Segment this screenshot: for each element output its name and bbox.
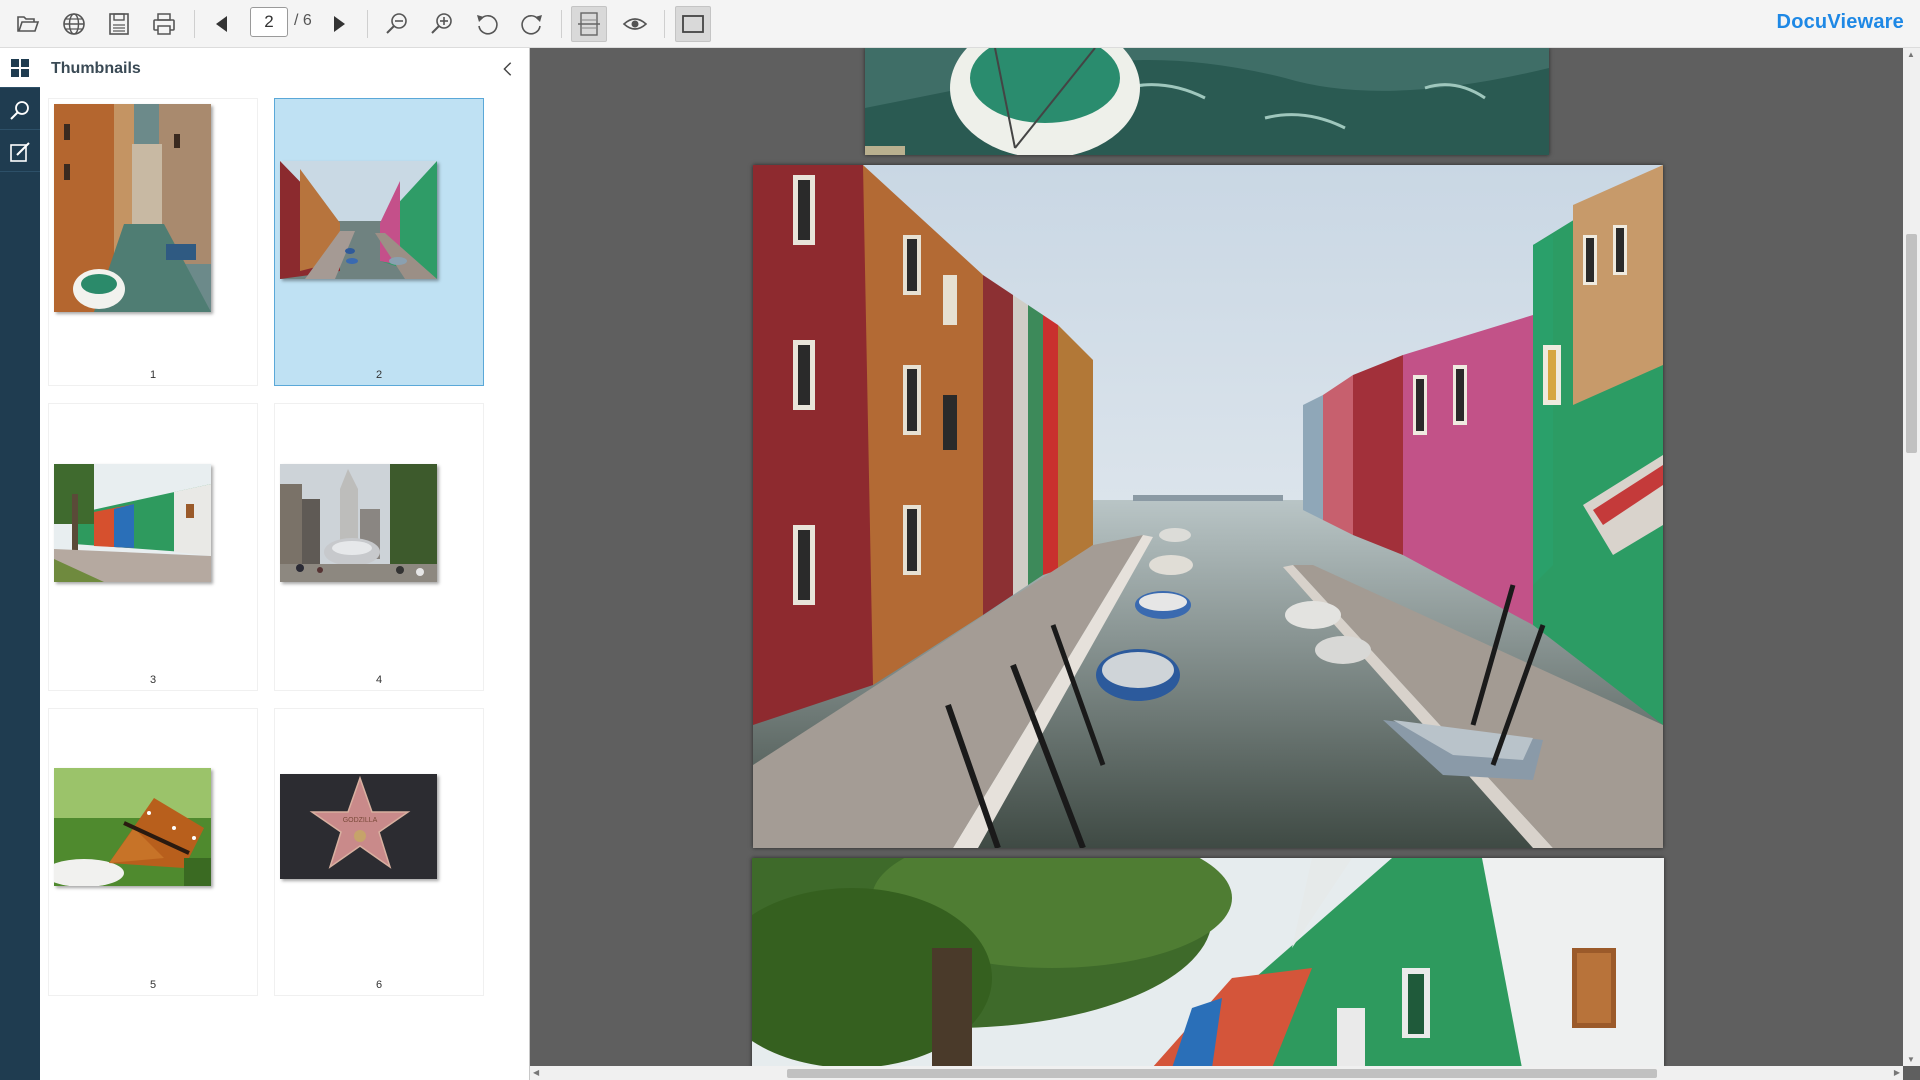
thumbnails-grid-icon — [11, 58, 29, 77]
toolbar-separator — [664, 10, 665, 38]
save-button[interactable] — [101, 6, 137, 42]
vertical-scroll-thumb[interactable] — [1906, 234, 1917, 453]
scroll-up-arrow[interactable]: ▲ — [1907, 50, 1915, 59]
previous-page-button[interactable] — [204, 6, 240, 42]
rotate-right-icon — [521, 14, 542, 35]
chevron-left-icon — [503, 62, 512, 76]
thumbnail-image-city-bean — [280, 464, 437, 582]
web-button[interactable] — [56, 6, 92, 42]
thumbnail-number: 4 — [375, 674, 383, 686]
toolbar-separator — [194, 10, 195, 38]
print-button[interactable] — [146, 6, 182, 42]
page-total-label: / 6 — [294, 12, 312, 29]
thumbnail-page-1[interactable]: 1 — [48, 98, 258, 386]
toolbar-separator — [561, 10, 562, 38]
thumbnail-page-3[interactable]: 3 — [48, 403, 258, 691]
thumbnails-panel-title: Thumbnails — [51, 60, 141, 77]
star-inscription: GODZILLA — [343, 817, 378, 824]
view-mode-button[interactable] — [617, 6, 653, 42]
collapse-panel-button[interactable] — [495, 56, 521, 82]
app-logo: DocuVieware — [1776, 11, 1904, 33]
thumbnail-number: 5 — [149, 979, 157, 991]
scroll-left-arrow[interactable]: ◀ — [533, 1068, 539, 1077]
side-rail — [0, 48, 40, 1080]
zoom-out-button[interactable] — [379, 6, 415, 42]
rotate-left-icon — [477, 14, 498, 35]
horizontal-scrollbar[interactable]: ◀ ▶ — [530, 1066, 1903, 1080]
print-icon — [153, 13, 175, 35]
thumbnail-image-colorful-houses — [54, 464, 211, 582]
folder-open-icon — [17, 16, 40, 32]
thumbnail-image-venice-canal — [54, 104, 211, 312]
thumbnail-page-2[interactable]: 2 — [274, 98, 484, 386]
thumbnail-number: 6 — [375, 979, 383, 991]
open-button[interactable] — [10, 6, 46, 42]
next-page-button[interactable] — [321, 6, 357, 42]
rotate-right-button[interactable] — [514, 6, 550, 42]
previous-page-icon — [216, 16, 227, 32]
globe-icon — [63, 13, 85, 35]
thumbnail-page-5[interactable]: 5 — [48, 708, 258, 996]
scroll-right-arrow[interactable]: ▶ — [1894, 1068, 1900, 1077]
annotate-icon — [10, 141, 30, 162]
fit-width-icon — [578, 12, 600, 36]
zoom-in-icon — [431, 13, 452, 34]
document-page-3 — [752, 858, 1664, 1068]
fit-width-button[interactable] — [571, 6, 607, 42]
thumbnail-image-butterfly — [54, 768, 211, 886]
document-viewer[interactable]: ▲ ▼ ◀ ▶ — [530, 48, 1920, 1080]
rail-thumbnails-button[interactable] — [0, 48, 40, 88]
thumbnail-number: 3 — [149, 674, 157, 686]
single-page-icon — [682, 15, 704, 33]
document-page-1 — [865, 48, 1549, 155]
toolbar: 2 / 6 DocuVieware — [0, 0, 1920, 48]
thumbnail-number: 2 — [375, 369, 383, 381]
thumbnail-page-6[interactable]: GODZILLA 6 — [274, 708, 484, 996]
zoom-in-button[interactable] — [424, 6, 460, 42]
thumbnail-image-walk-of-fame-star: GODZILLA — [280, 774, 437, 879]
thumbnail-number: 1 — [149, 369, 157, 381]
thumbnails-panel: Thumbnails 1 2 3 4 5 GODZILLA 6 — [40, 48, 530, 1080]
toolbar-separator — [367, 10, 368, 38]
page-number-input[interactable]: 2 — [250, 7, 288, 37]
rotate-left-button[interactable] — [469, 6, 505, 42]
single-page-button[interactable] — [675, 6, 711, 42]
thumbnail-image-burano-canal — [280, 161, 437, 279]
thumbnail-page-4[interactable]: 4 — [274, 403, 484, 691]
zoom-out-icon — [386, 13, 407, 34]
scroll-down-arrow[interactable]: ▼ — [1907, 1055, 1915, 1064]
eye-icon — [622, 18, 648, 30]
search-icon — [10, 100, 29, 120]
rail-annotate-button[interactable] — [0, 132, 40, 172]
document-page-2 — [753, 165, 1663, 848]
save-icon — [109, 13, 129, 35]
rail-search-button[interactable] — [0, 90, 40, 130]
horizontal-scroll-thumb[interactable] — [787, 1069, 1657, 1078]
vertical-scrollbar[interactable]: ▲ ▼ — [1903, 48, 1920, 1066]
next-page-icon — [334, 16, 345, 32]
